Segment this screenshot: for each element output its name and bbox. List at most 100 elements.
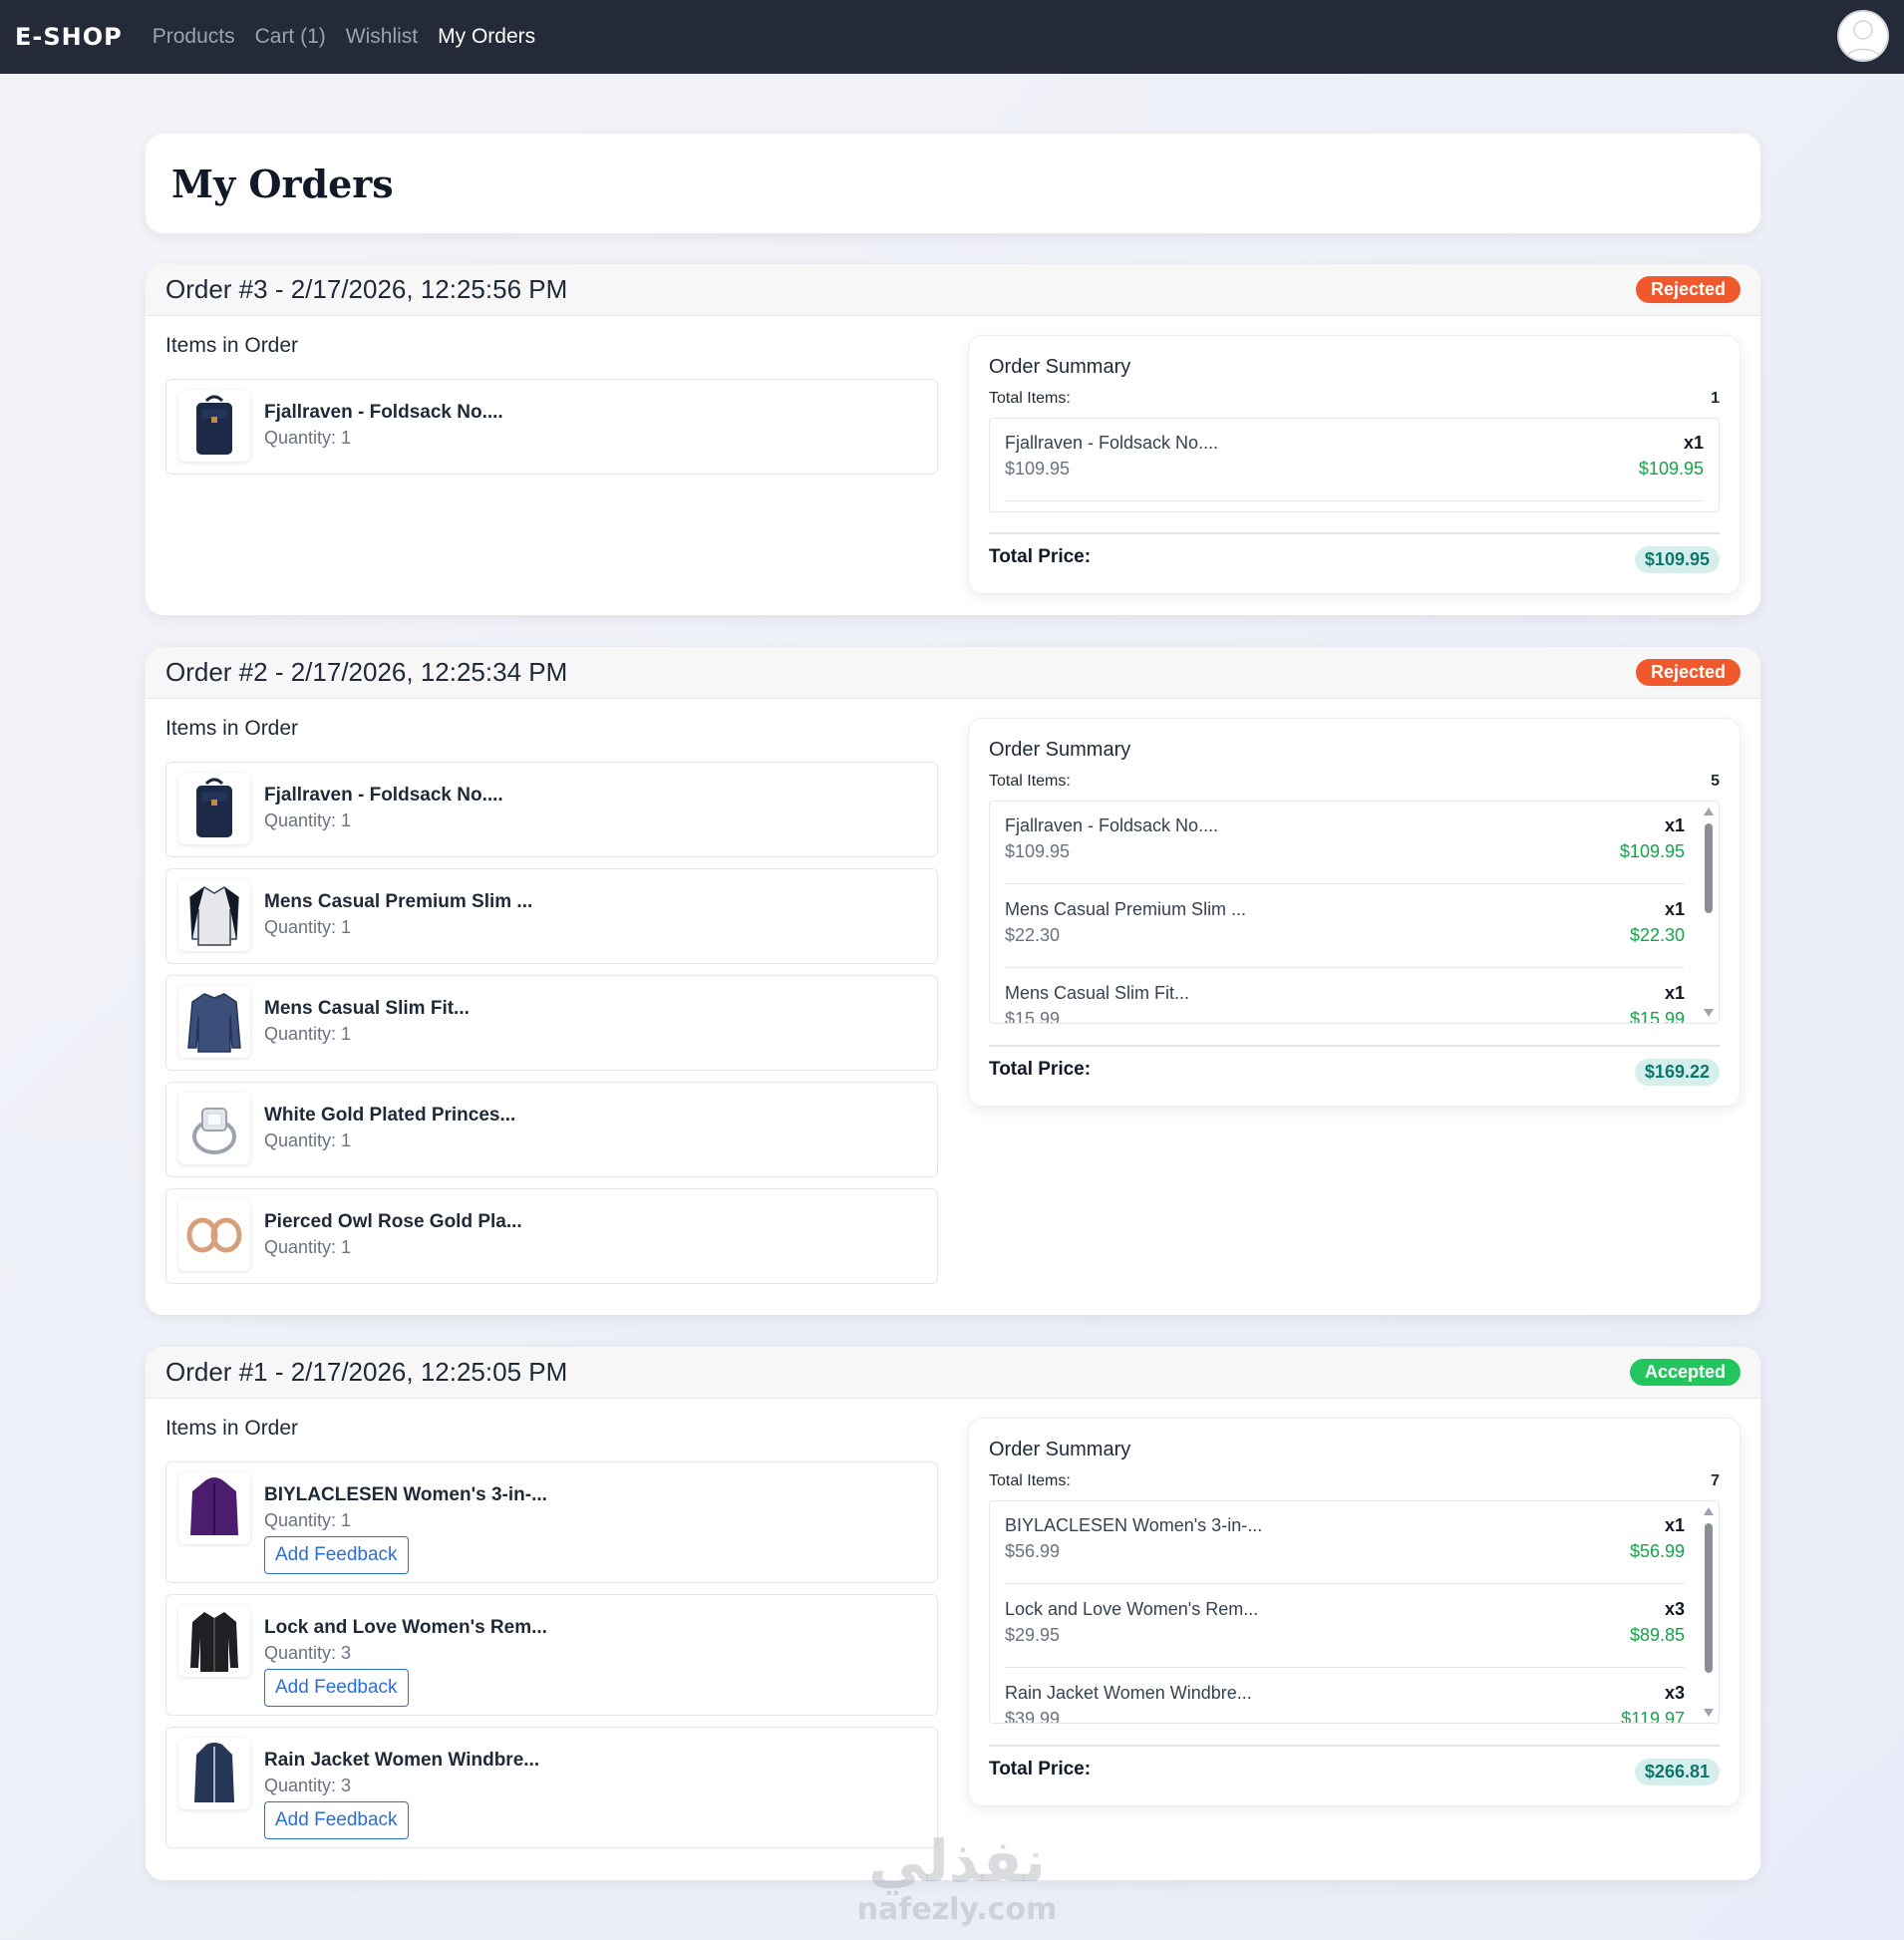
scroll-up-arrow-icon[interactable]	[1704, 808, 1714, 815]
item-name: Mens Casual Slim Fit...	[264, 998, 470, 1019]
summary-item-subtotal: $109.95	[1619, 841, 1685, 861]
items-heading: Items in Order	[165, 1417, 299, 1440]
summary-item-subtotal: $109.95	[1638, 459, 1704, 479]
total-items-value: 5	[1711, 773, 1720, 790]
total-price-value: $266.81	[1634, 1759, 1720, 1785]
summary-title: Order Summary	[989, 739, 1131, 761]
summary-list[interactable]: BIYLACLESEN Women's 3-in-... $56.99 x1 $…	[989, 1500, 1720, 1724]
summary-item-qty: x3	[1664, 1683, 1685, 1703]
order-item: BIYLACLESEN Women's 3-in-... Quantity: 1…	[165, 1461, 938, 1583]
order-item: White Gold Plated Princes... Quantity: 1	[165, 1082, 938, 1177]
summary-item-qty: x1	[1664, 899, 1685, 919]
item-quantity: Quantity: 1	[264, 1237, 352, 1257]
tshirt-icon	[178, 879, 250, 951]
summary-row: BIYLACLESEN Women's 3-in-... $56.99 x1 $…	[1005, 1501, 1685, 1584]
items-column: Items in Order Fjallraven - Foldsack No.…	[165, 717, 938, 1284]
item-quantity: Quantity: 1	[264, 1131, 352, 1150]
item-quantity: Quantity: 1	[264, 1510, 352, 1530]
add-feedback-button[interactable]: Add Feedback	[264, 1536, 409, 1574]
summary-item-price: $109.95	[1005, 841, 1071, 861]
order-item: Rain Jacket Women Windbre... Quantity: 3…	[165, 1727, 938, 1848]
scroll-down-arrow-icon[interactable]	[1704, 1009, 1714, 1017]
items-heading: Items in Order	[165, 334, 299, 357]
rain-jacket-icon	[178, 1738, 250, 1809]
total-items-label: Total Items:	[989, 1472, 1071, 1489]
purple-jacket-icon	[178, 1472, 250, 1544]
summary-row: Mens Casual Slim Fit... $15.99 x1 $15.99	[1005, 969, 1685, 1024]
summary-item-qty: x1	[1683, 433, 1704, 453]
order-card: Order #2 - 2/17/2026, 12:25:34 PM Reject…	[146, 647, 1760, 1315]
page-title: My Orders	[171, 161, 394, 206]
order-item: Mens Casual Slim Fit... Quantity: 1	[165, 975, 938, 1071]
watermark-latin: nafezly.com	[856, 1892, 1058, 1927]
leather-jacket-icon	[178, 1605, 250, 1677]
rose-gold-rings-icon	[178, 1199, 250, 1271]
summary-item-subtotal: $89.85	[1629, 1625, 1685, 1645]
summary-item-name: Lock and Love Women's Rem...	[1005, 1599, 1259, 1619]
brand-logo[interactable]: E-SHOP	[15, 23, 123, 51]
summary-item-qty: x1	[1664, 815, 1685, 835]
item-name: Fjallraven - Foldsack No....	[264, 402, 503, 423]
summary-item-name: Rain Jacket Women Windbre...	[1005, 1683, 1252, 1703]
scroll-down-arrow-icon[interactable]	[1704, 1709, 1714, 1717]
summary-row: Lock and Love Women's Rem... $29.95 x3 $…	[1005, 1585, 1685, 1668]
summary-list: Fjallraven - Foldsack No.... $109.95 x1 …	[989, 418, 1720, 512]
summary-item-price: $56.99	[1005, 1541, 1061, 1561]
nav-link-my-orders[interactable]: My Orders	[438, 25, 535, 49]
item-quantity: Quantity: 3	[264, 1776, 352, 1795]
scroll-up-arrow-icon[interactable]	[1704, 1507, 1714, 1515]
summary-item-qty: x3	[1664, 1599, 1685, 1619]
item-quantity: Quantity: 1	[264, 1024, 352, 1044]
page-title-card: My Orders	[146, 134, 1760, 233]
status-badge: Rejected	[1635, 276, 1741, 303]
summary-item-price: $39.99	[1005, 1709, 1061, 1724]
total-items-value: 1	[1711, 390, 1720, 407]
summary-item-qty: x1	[1664, 983, 1685, 1003]
order-header: Order #2 - 2/17/2026, 12:25:34 PM Reject…	[146, 647, 1760, 699]
summary-item-subtotal: $56.99	[1629, 1541, 1685, 1561]
item-name: BIYLACLESEN Women's 3-in-...	[264, 1484, 547, 1505]
backpack-icon	[178, 390, 250, 462]
summary-item-qty: x1	[1664, 1515, 1685, 1535]
summary-item-name: Fjallraven - Foldsack No....	[1005, 433, 1219, 453]
items-column: Items in Order BIYLACLESEN Women's 3-in-…	[165, 1417, 938, 1848]
summary-scrollbar[interactable]	[1703, 1507, 1715, 1717]
item-name: Lock and Love Women's Rem...	[264, 1617, 547, 1638]
nav-link-wishlist[interactable]: Wishlist	[346, 25, 418, 49]
item-name: Pierced Owl Rose Gold Pla...	[264, 1211, 522, 1232]
order-title: Order #1 - 2/17/2026, 12:25:05 PM	[165, 1357, 568, 1387]
order-header: Order #1 - 2/17/2026, 12:25:05 PM Accept…	[146, 1347, 1760, 1399]
total-price-label: Total Price:	[989, 1759, 1092, 1779]
total-price-value: $169.22	[1634, 1059, 1720, 1086]
total-price-value: $109.95	[1634, 546, 1720, 573]
user-avatar[interactable]	[1837, 10, 1889, 62]
scrollbar-thumb[interactable]	[1705, 1523, 1713, 1673]
summary-item-subtotal: $119.97	[1621, 1709, 1685, 1724]
scrollbar-thumb[interactable]	[1705, 823, 1713, 913]
add-feedback-button[interactable]: Add Feedback	[264, 1669, 409, 1707]
order-header: Order #3 - 2/17/2026, 12:25:56 PM Reject…	[146, 264, 1760, 316]
item-quantity: Quantity: 3	[264, 1643, 352, 1663]
navbar: E-SHOP Products Cart (1) Wishlist My Ord…	[0, 0, 1904, 74]
total-items-label: Total Items:	[989, 390, 1071, 407]
summary-item-name: Mens Casual Slim Fit...	[1005, 983, 1190, 1003]
backpack-icon	[178, 773, 250, 844]
item-quantity: Quantity: 1	[264, 810, 352, 830]
ring-icon	[178, 1093, 250, 1164]
total-items-label: Total Items:	[989, 773, 1071, 790]
order-title: Order #3 - 2/17/2026, 12:25:56 PM	[165, 274, 568, 304]
summary-item-price: $15.99	[1005, 1009, 1061, 1024]
summary-item-price: $29.95	[1005, 1625, 1061, 1645]
total-items-value: 7	[1711, 1472, 1720, 1489]
summary-row: Mens Casual Premium Slim ... $22.30 x1 $…	[1005, 885, 1685, 968]
item-name: Mens Casual Premium Slim ...	[264, 891, 533, 912]
add-feedback-button[interactable]: Add Feedback	[264, 1801, 409, 1839]
watermark: نفذلي nafezly.com	[842, 1829, 1072, 1927]
summary-scrollbar[interactable]	[1703, 808, 1715, 1017]
summary-list[interactable]: Fjallraven - Foldsack No.... $109.95 x1 …	[989, 801, 1720, 1024]
summary-item-price: $109.95	[1005, 459, 1071, 479]
summary-divider	[989, 532, 1720, 534]
nav-link-cart[interactable]: Cart (1)	[255, 25, 326, 49]
summary-item-subtotal: $22.30	[1629, 925, 1685, 945]
nav-link-products[interactable]: Products	[153, 25, 235, 49]
